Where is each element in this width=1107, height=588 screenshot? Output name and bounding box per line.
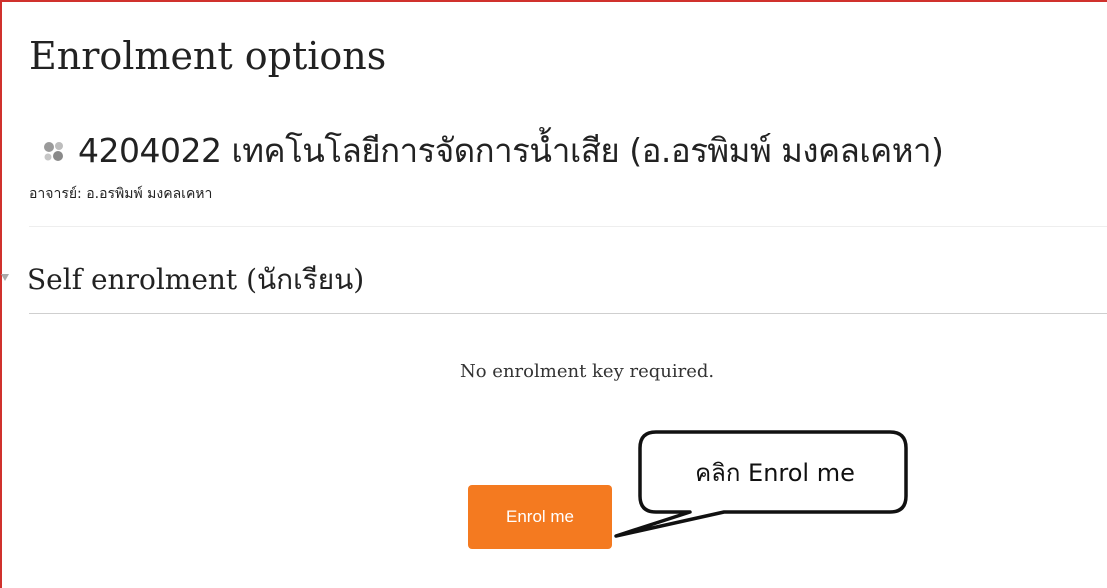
- enrolment-key-note: No enrolment key required.: [460, 361, 715, 382]
- course-divider: [29, 226, 1107, 227]
- callout-text: คลิก Enrol me: [695, 458, 855, 487]
- page-title: Enrolment options: [29, 34, 387, 78]
- collapse-triangle-icon[interactable]: [1, 272, 11, 282]
- course-title[interactable]: 4204022 เทคโนโลยีการจัดการน้ำเสีย (อ.อรพ…: [78, 124, 944, 177]
- course-puzzle-icon: [44, 141, 63, 161]
- course-heading: 4204022 เทคโนโลยีการจัดการน้ำเสีย (อ.อรพ…: [40, 124, 944, 177]
- section-divider: [29, 313, 1107, 314]
- self-enrolment-heading: Self enrolment (นักเรียน): [27, 263, 365, 296]
- enrol-me-button[interactable]: Enrol me: [468, 485, 612, 549]
- course-teacher: อาจารย์: อ.อรพิมพ์ มงคลเคหา: [29, 186, 213, 202]
